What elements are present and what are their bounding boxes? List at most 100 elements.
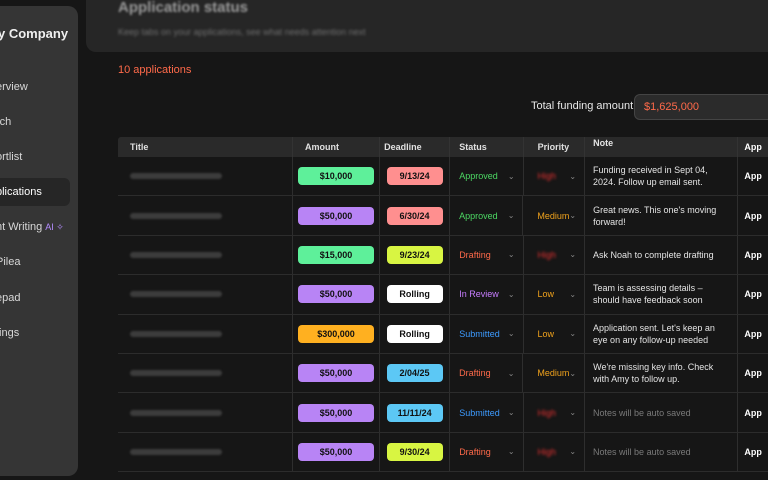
app-cell[interactable]: App xyxy=(738,393,768,431)
note-cell[interactable]: Notes will be auto saved xyxy=(585,432,739,472)
chevron-down-icon: ⌄ xyxy=(507,447,515,457)
app-cell[interactable]: App xyxy=(738,354,768,392)
status-dropdown[interactable]: Approved ⌄ xyxy=(450,157,524,196)
note-cell[interactable]: Notes will be auto saved xyxy=(585,393,739,432)
sidebar-item-5[interactable]: Pilea xyxy=(0,248,70,276)
amount-cell[interactable]: $50,000 xyxy=(293,275,381,314)
note-cell[interactable]: Team is assessing details – should have … xyxy=(585,275,739,314)
status-dropdown[interactable]: In Review ⌄ xyxy=(450,275,524,314)
deadline-cell[interactable]: Rolling xyxy=(380,314,451,353)
table-row[interactable]: $50,000 11/11/24 Submitted ⌄ High ⌄ Notes … xyxy=(118,393,768,433)
deadline-cell[interactable]: Rolling xyxy=(380,275,451,314)
app-cell[interactable]: App xyxy=(738,275,768,313)
table-row[interactable]: $15,000 9/23/24 Drafting ⌄ High ⌄ Ask Noah… xyxy=(118,235,768,276)
deadline-badge: 9/13/24 xyxy=(386,167,443,186)
header-panel: Application status Keep tabs on your app… xyxy=(86,0,768,52)
table-row[interactable]: $50,000 Rolling In Review ⌄ Low ⌄ Team is … xyxy=(118,275,768,315)
amount-cell[interactable]: $50,000 xyxy=(293,196,380,235)
sidebar-item-3[interactable]: plications xyxy=(0,178,70,206)
sidebar-item-0[interactable]: erview xyxy=(0,73,70,101)
status-label: Drafting xyxy=(459,249,491,260)
chevron-down-icon: ⌄ xyxy=(507,289,515,299)
app-cell[interactable]: App xyxy=(738,157,768,195)
deadline-cell[interactable]: 9/30/24 xyxy=(380,432,451,472)
sidebar-item-7[interactable]: tings xyxy=(0,319,70,347)
redacted-title xyxy=(130,409,222,416)
column-header-status[interactable]: Status xyxy=(450,137,524,157)
column-header-deadline[interactable]: Deadline xyxy=(380,137,451,157)
sidebar-item-2[interactable]: ortlist xyxy=(0,143,70,171)
priority-dropdown[interactable]: High ⌄ xyxy=(524,157,586,196)
status-dropdown[interactable]: Drafting ⌄ xyxy=(450,432,524,472)
note-cell[interactable]: Application sent. Let's keep an eye on a… xyxy=(585,314,739,353)
total-funding-field[interactable]: $1,625,000 xyxy=(634,94,768,120)
amount-badge: $15,000 xyxy=(298,245,375,264)
amount-cell[interactable]: $15,000 xyxy=(293,235,381,275)
title-cell[interactable] xyxy=(118,432,294,472)
status-label: Approved xyxy=(459,210,498,221)
priority-dropdown[interactable]: Low ⌄ xyxy=(524,314,586,353)
app-cell[interactable]: App xyxy=(738,196,768,234)
title-cell[interactable] xyxy=(118,275,294,314)
column-header-note[interactable]: Note xyxy=(585,137,739,157)
app-cell[interactable]: App xyxy=(738,315,768,353)
status-label: In Review xyxy=(459,289,499,300)
chevron-down-icon: ⌄ xyxy=(569,171,577,181)
priority-label: High xyxy=(537,407,557,418)
deadline-cell[interactable]: 6/30/24 xyxy=(380,196,451,235)
app-page: y Company erview rch ortlist plications nt W… xyxy=(0,0,768,480)
amount-badge: $50,000 xyxy=(298,403,375,422)
status-dropdown[interactable]: Approved ⌄ xyxy=(450,196,524,235)
sidebar-item-4[interactable]: nt Writing AI ✧ xyxy=(0,213,70,241)
priority-dropdown[interactable]: Low ⌄ xyxy=(524,275,586,314)
chevron-down-icon: ⌄ xyxy=(507,211,515,221)
amount-badge: $50,000 xyxy=(298,285,375,304)
column-header-title[interactable]: Title xyxy=(118,137,293,157)
title-cell[interactable] xyxy=(118,393,294,432)
column-header-priority[interactable]: Priority xyxy=(524,137,586,157)
note-cell[interactable]: We're missing key info. Check with Amy t… xyxy=(585,353,739,393)
table-row[interactable]: $10,000 9/13/24 Approved ⌄ High ⌄ Funding … xyxy=(118,157,768,197)
deadline-cell[interactable]: 2/04/25 xyxy=(380,353,451,393)
title-cell[interactable] xyxy=(118,353,293,393)
status-dropdown[interactable]: Submitted ⌄ xyxy=(450,393,524,432)
title-cell[interactable] xyxy=(118,157,294,196)
chevron-down-icon: ⌄ xyxy=(569,447,577,457)
amount-cell[interactable]: $50,000 xyxy=(293,432,381,472)
deadline-cell[interactable]: 9/13/24 xyxy=(380,157,451,196)
priority-dropdown[interactable]: High ⌄ xyxy=(524,235,586,275)
amount-cell[interactable]: $50,000 xyxy=(293,353,380,393)
sidebar-item-6[interactable]: epad xyxy=(0,284,70,312)
column-header-app[interactable]: App xyxy=(738,137,768,157)
status-dropdown[interactable]: Drafting ⌄ xyxy=(450,353,524,393)
priority-dropdown[interactable]: High ⌄ xyxy=(524,432,586,472)
title-cell[interactable] xyxy=(118,235,294,275)
table-row[interactable]: $50,000 2/04/25 Drafting ⌄ Medium ⌄ We're … xyxy=(118,353,768,394)
priority-dropdown[interactable]: Medium ⌄ xyxy=(523,353,586,393)
amount-cell[interactable]: $300,000 xyxy=(293,314,381,353)
title-cell[interactable] xyxy=(118,196,293,235)
note-cell[interactable]: Great news. This one's moving forward! xyxy=(585,196,739,235)
deadline-cell[interactable]: 9/23/24 xyxy=(380,235,451,275)
table-row[interactable]: $50,000 6/30/24 Approved ⌄ Medium ⌄ Great … xyxy=(118,196,768,236)
priority-dropdown[interactable]: Medium ⌄ xyxy=(523,196,586,235)
app-cell[interactable]: App xyxy=(738,236,768,274)
app-cell[interactable]: App xyxy=(738,433,768,471)
table-row[interactable]: $50,000 9/30/24 Drafting ⌄ High ⌄ Notes wi… xyxy=(118,432,768,473)
redacted-title xyxy=(130,291,222,298)
status-dropdown[interactable]: Submitted ⌄ xyxy=(450,314,524,353)
sidebar-item-1[interactable]: rch xyxy=(0,108,70,136)
brand-name[interactable]: y Company xyxy=(0,26,78,41)
note-cell[interactable]: Ask Noah to complete drafting xyxy=(585,235,739,275)
redacted-title xyxy=(130,173,222,180)
status-dropdown[interactable]: Drafting ⌄ xyxy=(450,235,524,275)
title-cell[interactable] xyxy=(118,314,294,353)
deadline-cell[interactable]: 11/11/24 xyxy=(380,393,451,432)
amount-cell[interactable]: $50,000 xyxy=(293,393,381,432)
table-row[interactable]: $300,000 Rolling Submitted ⌄ Low ⌄ Applica… xyxy=(118,314,768,354)
priority-dropdown[interactable]: High ⌄ xyxy=(524,393,586,432)
note-cell[interactable]: Funding received in Sept 04, 2024. Follo… xyxy=(585,157,739,196)
column-header-amount[interactable]: Amount xyxy=(293,137,381,157)
amount-cell[interactable]: $10,000 xyxy=(293,157,381,196)
sidebar-item-label: epad xyxy=(0,292,21,304)
